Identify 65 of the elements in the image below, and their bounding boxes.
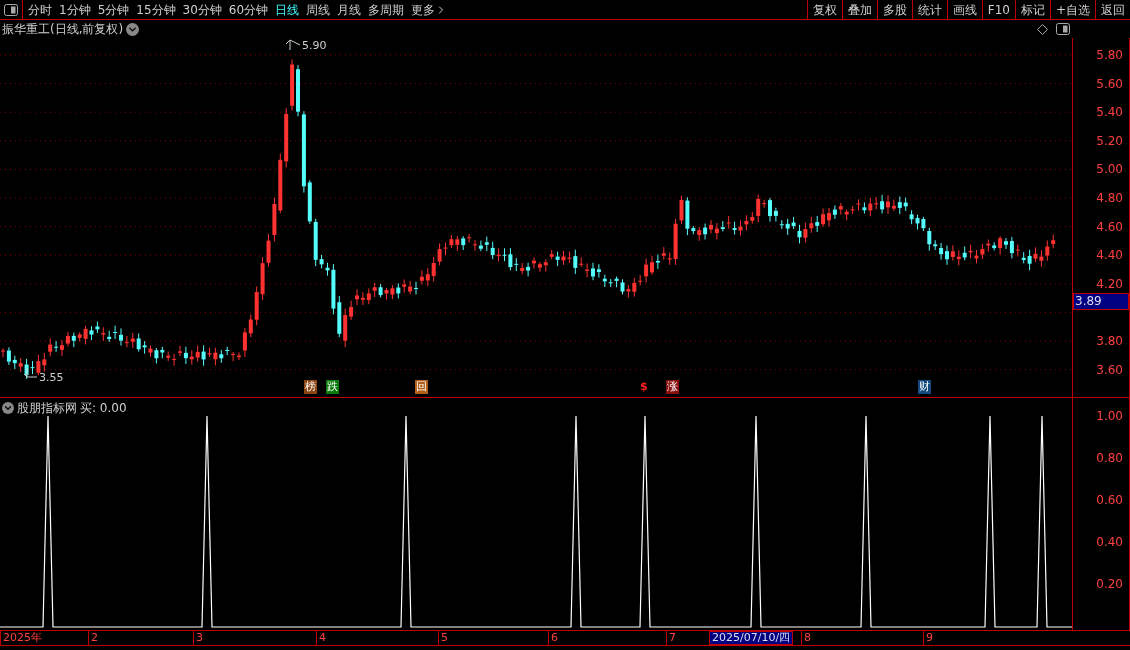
price-axis-label: 5.40 — [1096, 105, 1123, 120]
toolbar-button[interactable]: 返回 — [1095, 0, 1130, 19]
toolbar-button[interactable]: 统计 — [911, 0, 947, 19]
chevron-down-icon[interactable] — [126, 22, 140, 36]
date-axis-label: 5 — [438, 631, 448, 645]
more-button[interactable]: 更多 — [411, 0, 448, 19]
stock-title: 振华重工(日线,前复权) — [2, 21, 124, 38]
period-tab[interactable]: 日线 — [275, 0, 300, 19]
panel-toggle-icon[interactable] — [1056, 23, 1070, 35]
toolbar-button[interactable]: 画线 — [946, 0, 982, 19]
price-axis-label: 5.60 — [1096, 76, 1123, 91]
toolbar-button[interactable]: 多股 — [876, 0, 912, 19]
leader-line — [23, 367, 38, 378]
date-axis-label: 8 — [801, 631, 811, 645]
price-axis-label: 3.80 — [1096, 334, 1123, 348]
event-marker[interactable]: $ — [639, 380, 649, 394]
period-tab[interactable]: 30分钟 — [182, 0, 222, 19]
indicator-axis-label: 0.20 — [1096, 577, 1123, 591]
date-axis-label: 4 — [316, 631, 326, 645]
price-axis-label: 5.20 — [1096, 133, 1123, 148]
period-tab[interactable]: 1分钟 — [59, 0, 91, 19]
date-axis-label: 3 — [193, 631, 203, 645]
price-axis-label: 4.20 — [1096, 276, 1123, 291]
price-axis-label: 5.80 — [1096, 48, 1123, 62]
price-axis-label: 4.80 — [1096, 191, 1123, 205]
indicator-name: 股朋指标网 — [17, 400, 77, 417]
price-axis-label: 5.00 — [1096, 162, 1123, 177]
period-tab[interactable]: 月线 — [337, 0, 362, 19]
price-axis-label: 3.60 — [1096, 362, 1123, 377]
period-tab[interactable]: 分时 — [28, 0, 52, 19]
price-axis-label: 4.40 — [1096, 248, 1123, 263]
indicator-axis-label: 0.80 — [1096, 451, 1123, 465]
date-axis-label: 6 — [548, 631, 558, 645]
date-axis-label: 2 — [88, 631, 98, 645]
indicator-axis-label: 1.00 — [1096, 409, 1123, 423]
event-marker[interactable]: 跌 — [326, 380, 339, 394]
date-axis-label: 2025年 — [0, 631, 42, 645]
toolbar-button[interactable]: F10 — [981, 0, 1015, 19]
event-marker[interactable]: 回 — [415, 380, 428, 394]
current-price-tag: 3.89 — [1073, 293, 1129, 311]
indicator-axis-label: 0.60 — [1096, 493, 1123, 507]
toolbar-button[interactable]: 叠加 — [841, 0, 877, 19]
chevron-down-icon[interactable] — [2, 402, 14, 414]
toolbar-button[interactable]: 标记 — [1014, 0, 1050, 19]
panel-toggle-icon[interactable] — [4, 3, 18, 16]
toolbar-button[interactable]: +自选 — [1049, 0, 1095, 19]
date-axis-label: 9 — [923, 631, 933, 645]
period-tab[interactable]: 60分钟 — [228, 0, 269, 19]
leader-line — [285, 39, 301, 51]
event-marker[interactable]: 榜 — [304, 380, 317, 394]
diamond-icon[interactable] — [1037, 23, 1048, 35]
period-tab[interactable]: 5分钟 — [97, 0, 130, 19]
price-axis-label: 4.60 — [1096, 219, 1123, 234]
toolbar-button[interactable]: 复权 — [806, 0, 842, 19]
low-price-label: 3.55 — [39, 370, 64, 386]
period-tab[interactable]: 周线 — [306, 0, 331, 19]
period-tab[interactable]: 多周期 — [368, 0, 405, 19]
period-tab[interactable]: 15分钟 — [136, 0, 176, 19]
event-marker[interactable]: 财 — [918, 380, 931, 394]
event-marker[interactable]: 涨 — [666, 380, 679, 394]
indicator-axis-label: 0.40 — [1096, 535, 1123, 549]
cursor-date-label: 2025/07/10/四 — [709, 631, 794, 645]
high-price-label: 5.90 — [302, 38, 327, 54]
indicator-reading: 买: 0.00 — [80, 400, 127, 417]
date-axis-label: 7 — [666, 631, 676, 645]
